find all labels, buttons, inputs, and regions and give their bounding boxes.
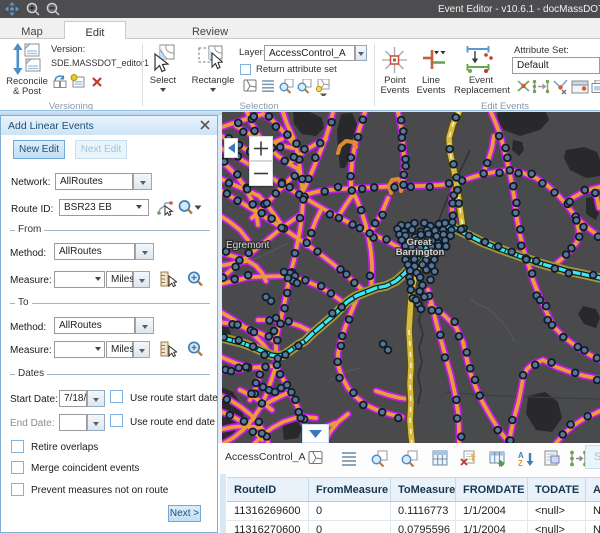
svg-text:Barrington: Barrington [396, 247, 445, 258]
svg-text:Egremont: Egremont [226, 240, 270, 251]
svg-text:Z: Z [518, 459, 523, 467]
